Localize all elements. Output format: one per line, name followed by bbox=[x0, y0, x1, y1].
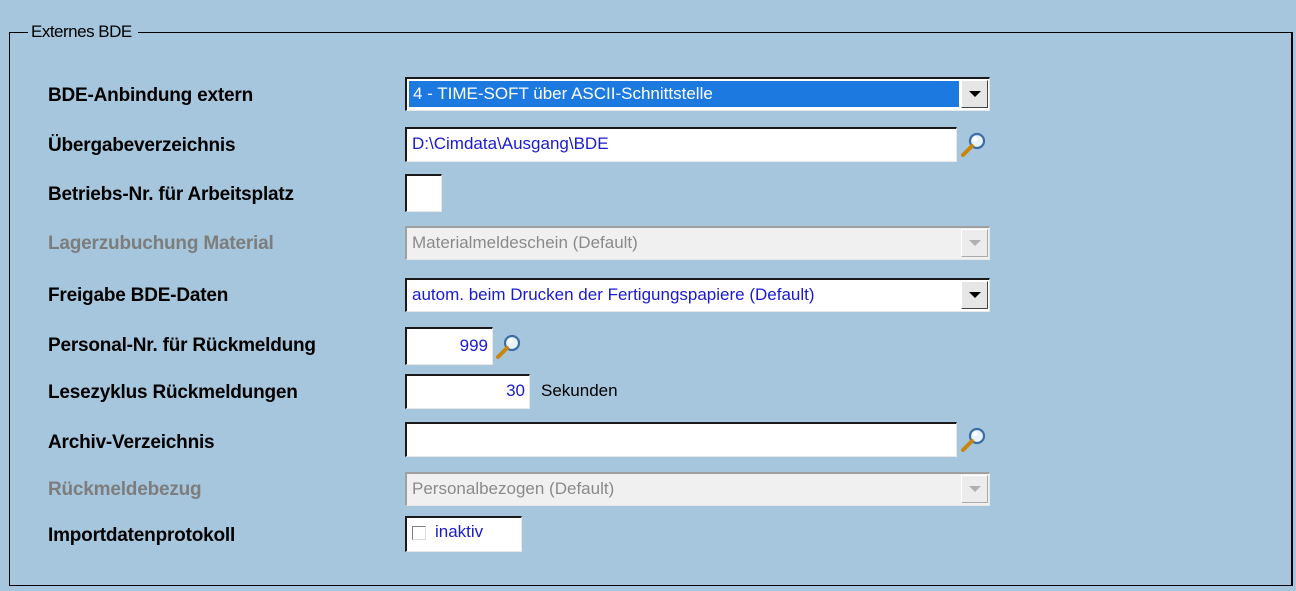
chevron-down-icon[interactable] bbox=[961, 475, 988, 503]
magnifier-icon[interactable] bbox=[960, 131, 988, 159]
personal-nr-label: Personal-Nr. für Rückmeldung bbox=[48, 335, 316, 356]
lagerzubuchung-dropdown[interactable]: Materialmeldeschein (Default) bbox=[405, 226, 990, 260]
lagerzubuchung-label: Lagerzubuchung Material bbox=[48, 233, 274, 254]
groupbox-title: Externes BDE bbox=[28, 22, 138, 42]
magnifier-icon[interactable] bbox=[495, 333, 523, 361]
freigabe-bde-daten-dropdown[interactable]: autom. beim Drucken der Fertigungspapier… bbox=[405, 278, 990, 312]
archiv-verzeichnis-label: Archiv-Verzeichnis bbox=[48, 432, 215, 453]
betriebs-nr-input[interactable] bbox=[405, 174, 442, 212]
personal-nr-input[interactable]: 999 bbox=[405, 327, 493, 365]
chevron-down-icon[interactable] bbox=[961, 229, 988, 257]
magnifier-icon[interactable] bbox=[960, 426, 988, 454]
rueckmeldebezug-dropdown[interactable]: Personalbezogen (Default) bbox=[405, 472, 990, 506]
archiv-verzeichnis-input[interactable] bbox=[405, 422, 957, 457]
bde-anbindung-value: 4 - TIME-SOFT über ASCII-Schnittstelle bbox=[409, 81, 959, 107]
bde-anbindung-dropdown[interactable]: 4 - TIME-SOFT über ASCII-Schnittstelle bbox=[405, 77, 990, 111]
betriebs-nr-label: Betriebs-Nr. für Arbeitsplatz bbox=[48, 184, 294, 205]
rueckmeldebezug-value: Personalbezogen (Default) bbox=[412, 479, 615, 498]
bde-anbindung-label: BDE-Anbindung extern bbox=[48, 85, 253, 106]
uebergabeverzeichnis-label: Übergabeverzeichnis bbox=[48, 135, 236, 156]
lesezyklus-label: Lesezyklus Rückmeldungen bbox=[48, 382, 298, 403]
uebergabeverzeichnis-value: D:\Cimdata\Ausgang\BDE bbox=[412, 134, 609, 153]
lesezyklus-value: 30 bbox=[506, 381, 525, 400]
personal-nr-value: 999 bbox=[459, 336, 488, 355]
importdatenprotokoll-checkbox-label[interactable]: inaktiv bbox=[435, 522, 483, 542]
importdatenprotokoll-checkbox[interactable] bbox=[412, 526, 426, 540]
chevron-down-icon[interactable] bbox=[961, 281, 988, 309]
lesezyklus-unit: Sekunden bbox=[541, 381, 618, 400]
freigabe-bde-daten-value: autom. beim Drucken der Fertigungspapier… bbox=[412, 285, 815, 304]
lesezyklus-input[interactable]: 30 bbox=[405, 374, 530, 409]
uebergabeverzeichnis-input[interactable]: D:\Cimdata\Ausgang\BDE bbox=[405, 127, 957, 162]
freigabe-bde-daten-label: Freigabe BDE-Daten bbox=[48, 285, 229, 306]
lagerzubuchung-value: Materialmeldeschein (Default) bbox=[412, 233, 638, 252]
importdatenprotokoll-label: Importdatenprotokoll bbox=[48, 525, 236, 546]
importdatenprotokoll-checkbox-group[interactable]: inaktiv bbox=[405, 516, 522, 552]
chevron-down-icon[interactable] bbox=[961, 80, 988, 108]
rueckmeldebezug-label: Rückmeldebezug bbox=[48, 479, 202, 500]
